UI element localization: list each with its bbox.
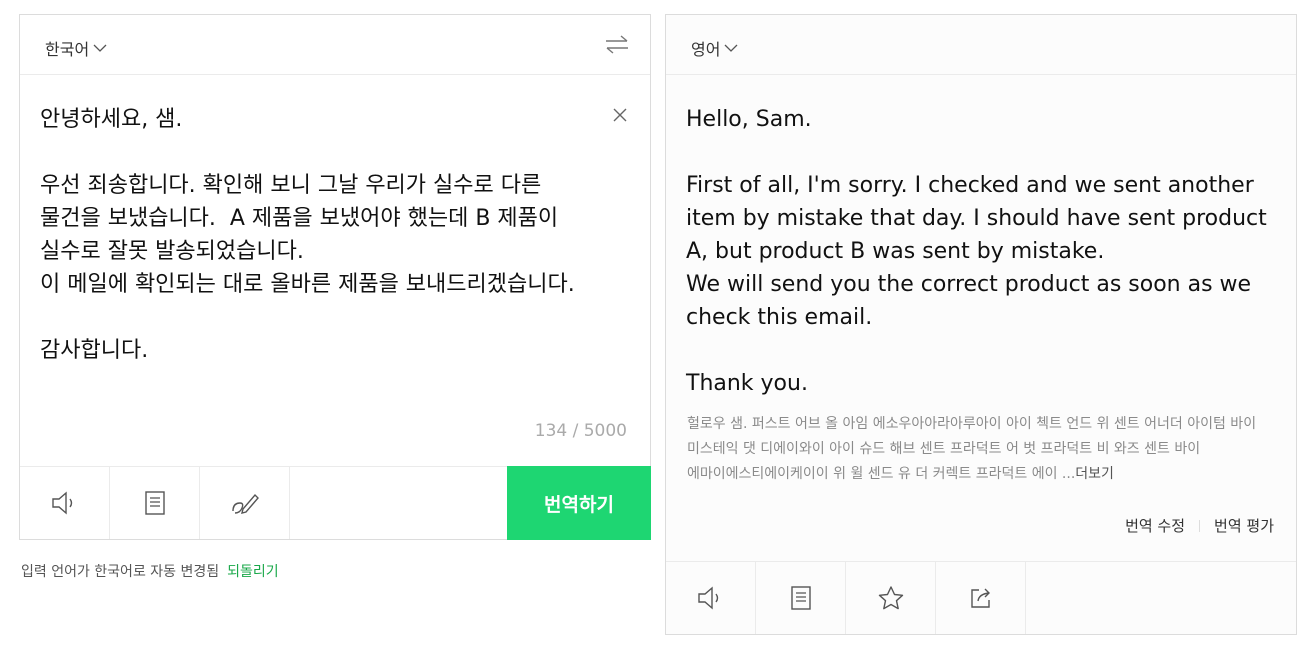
listen-button[interactable] [20,467,110,539]
source-toolbar: 번역하기 [20,466,651,540]
share-button[interactable] [936,562,1026,634]
copy-button[interactable] [756,562,846,634]
source-language-select[interactable]: 한국어 [45,36,107,60]
handwriting-icon [231,493,259,514]
target-language-select[interactable]: 영어 [691,36,738,60]
speaker-icon [51,491,72,515]
more-link[interactable]: 더보기 [1075,466,1114,482]
source-text[interactable]: 안녕하세요, 샘. 우선 죄송합니다. 확인해 보니 그날 우리가 실수로 다른… [40,103,602,367]
edit-translation-link[interactable]: 번역 수정 [1125,515,1185,536]
divider [1199,519,1201,532]
feedback-links: 번역 수정 번역 평가 [1125,515,1274,536]
listen-button[interactable] [666,562,756,634]
target-toolbar [666,561,1296,634]
target-language-bar: 영어 [666,15,1296,75]
translated-text: Hello, Sam. First of all, I'm sorry. I c… [686,107,1267,396]
rate-translation-link[interactable]: 번역 평가 [1214,515,1274,536]
share-icon [970,588,990,608]
target-language-label: 영어 [691,40,721,59]
revert-link[interactable]: 되돌리기 [227,564,279,580]
chevron-down-icon [724,44,738,52]
char-count: 134 / 5000 [534,421,627,441]
copy-icon [144,491,165,515]
close-icon[interactable] [612,107,628,123]
source-panel: 한국어 안녕하세요, 샘. 우선 죄송합니다. 확인해 보니 그날 우리가 실수… [19,14,651,540]
swap-icon[interactable] [604,33,630,55]
copy-button[interactable] [110,467,200,539]
pronunciation-body: 헐로우 샘. 퍼스트 어브 올 아임 에소우아아라아루아이 아이 첵트 언드 위… [687,416,1257,482]
language-change-notice: 입력 언어가 한국어로 자동 변경됨 되돌리기 [21,561,279,581]
pronunciation-text: 헐로우 샘. 퍼스트 어브 올 아임 에소우아아라아루아이 아이 첵트 언드 위… [687,412,1277,487]
favorite-button[interactable] [846,562,936,634]
handwriting-button[interactable] [200,467,290,539]
target-panel: 영어 Hello, Sam. First of all, I'm sorry. … [665,14,1297,635]
speaker-icon [697,586,718,610]
translate-button[interactable]: 번역하기 [507,466,651,540]
notice-text: 입력 언어가 한국어로 자동 변경됨 [21,564,220,580]
star-icon [878,586,903,610]
source-language-label: 한국어 [45,40,90,59]
source-language-bar: 한국어 [20,15,650,75]
copy-icon [790,586,811,610]
chevron-down-icon [93,44,107,52]
